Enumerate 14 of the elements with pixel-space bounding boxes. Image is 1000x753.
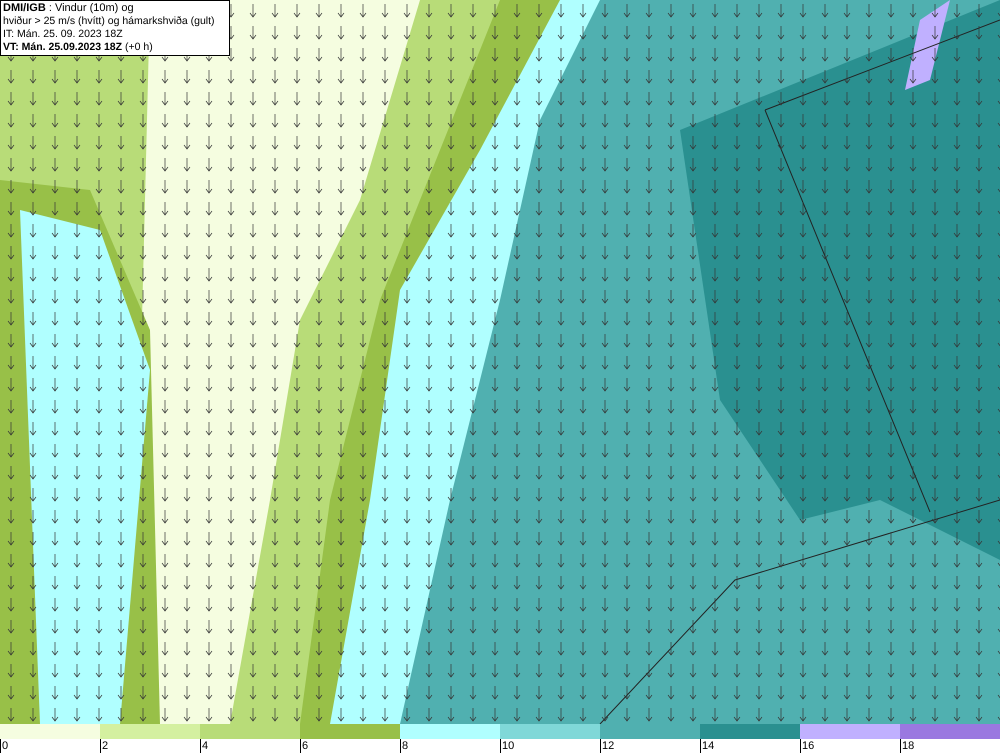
map-subtitle: hviður > 25 m/s (hvítt) og hámarkshviða (gult) xyxy=(3,15,216,28)
legend-label: 2 xyxy=(100,739,108,753)
map-title: DMI/IGB : Vindur (10m) og xyxy=(3,2,135,15)
legend-label: 16 xyxy=(800,739,814,753)
legend-label: 10 xyxy=(500,739,514,753)
map-subtitle: VT: Mán. 25.09.2023 18Z (+0 h) xyxy=(3,41,154,54)
legend-label: 18 xyxy=(900,739,914,753)
legend-label: 6 xyxy=(300,739,308,753)
legend-label: 14 xyxy=(700,739,714,753)
legend-label: 8 xyxy=(400,739,408,753)
legend-label: 4 xyxy=(200,739,208,753)
legend-label: 12 xyxy=(600,739,614,753)
map-subtitle: IT: Mán. 25. 09. 2023 18Z xyxy=(3,28,124,41)
legend-label: 0 xyxy=(0,739,8,753)
